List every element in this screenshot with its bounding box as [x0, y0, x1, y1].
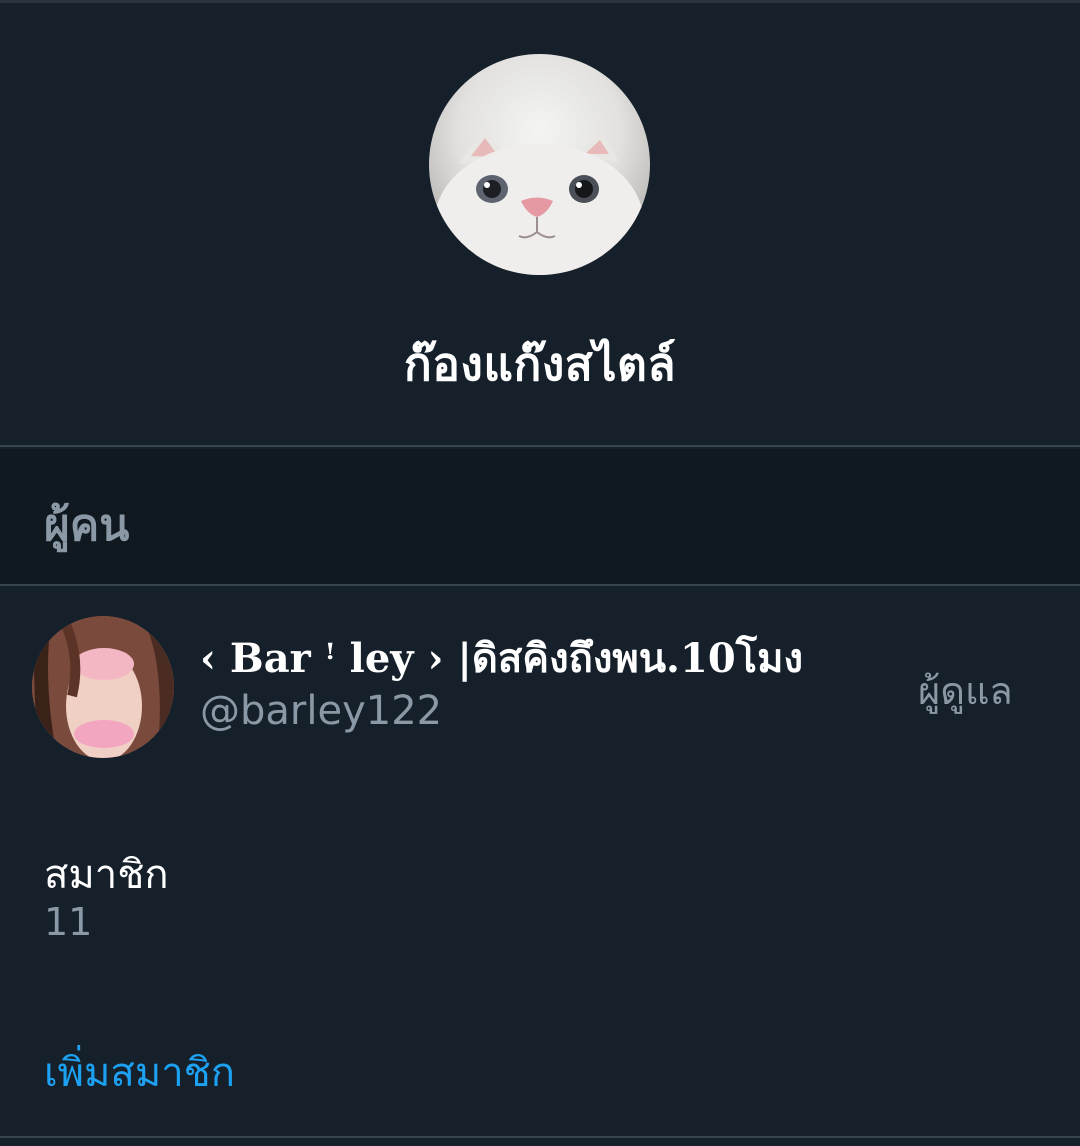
member-handle[interactable]: @barley122: [200, 688, 442, 734]
section-divider: [0, 584, 1080, 586]
add-member-button[interactable]: เพิ่มสมาชิก: [44, 1040, 235, 1104]
people-section-title: ผู้คน: [44, 500, 130, 551]
member-role-label: ผู้ดูแล: [918, 669, 1013, 713]
bottom-divider: [0, 1136, 1080, 1138]
header-divider: [0, 445, 1080, 447]
person-avatar-icon: [32, 616, 174, 758]
cat-avatar-icon: [434, 129, 644, 275]
people-section-header: [0, 449, 1080, 584]
group-avatar[interactable]: [429, 54, 650, 275]
group-name: ก๊องแก๊งสไตล์: [403, 337, 677, 391]
members-label: สมาชิก: [44, 852, 169, 898]
member-avatar[interactable]: [32, 616, 174, 758]
members-count: 11: [44, 900, 93, 944]
member-display-name[interactable]: ‹ Bar ꜝ ley › |ดิสคิงถึงพน.10โมง: [200, 626, 803, 690]
